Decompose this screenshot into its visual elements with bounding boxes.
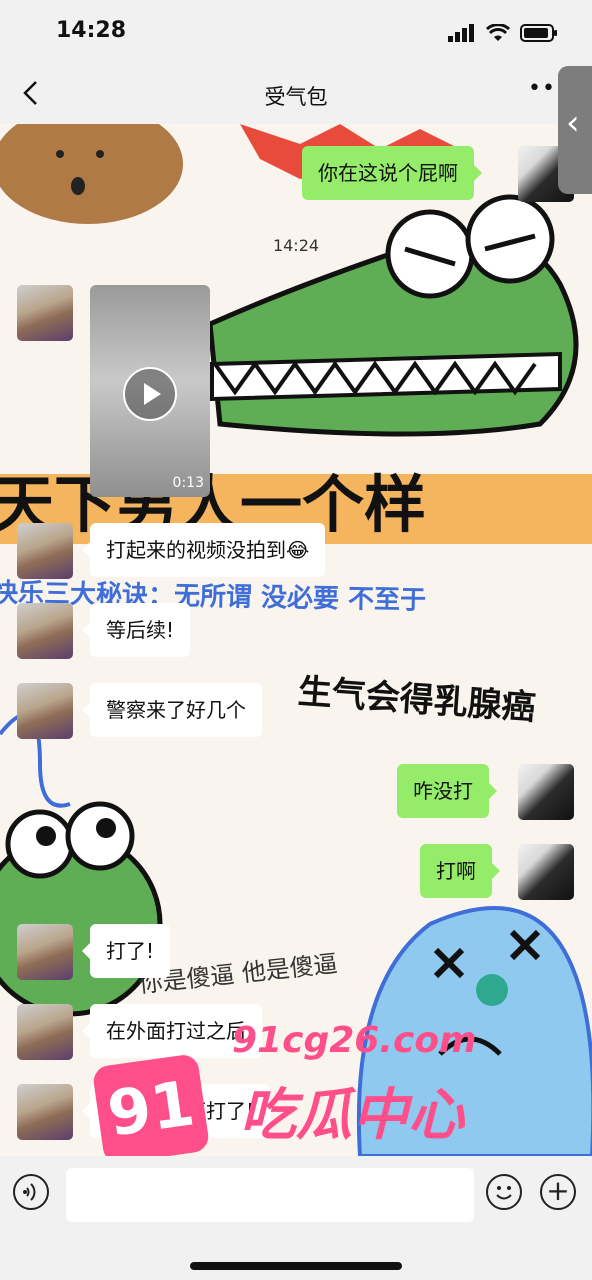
- avatar-contact[interactable]: [17, 924, 73, 980]
- voice-icon[interactable]: [13, 1174, 49, 1210]
- signal-icon: [448, 24, 474, 42]
- message-bubble[interactable]: 打起来的视频没拍到😂: [81, 523, 326, 577]
- play-icon[interactable]: [123, 367, 177, 421]
- avatar-contact[interactable]: [17, 1084, 73, 1140]
- avatar-me[interactable]: [518, 764, 574, 820]
- message-bubble[interactable]: 打啊: [420, 844, 500, 898]
- avatar-contact[interactable]: [17, 683, 73, 739]
- avatar-me[interactable]: [518, 844, 574, 900]
- avatar-contact[interactable]: [17, 603, 73, 659]
- message-bubble[interactable]: 你在这说个屁啊: [302, 146, 482, 200]
- message-bubble[interactable]: 等后续!: [81, 603, 191, 657]
- status-icons: [448, 24, 558, 42]
- status-time: 14:28: [56, 18, 127, 43]
- video-duration: 0:13: [172, 475, 204, 491]
- watermark-badge: 91: [91, 1053, 211, 1165]
- side-floating-tab[interactable]: ‹: [558, 66, 592, 194]
- watermark-url: 91cg26.com: [232, 1020, 477, 1061]
- chat-timestamp: 14:24: [272, 236, 320, 255]
- plus-icon[interactable]: +: [540, 1174, 576, 1210]
- home-indicator[interactable]: [190, 1262, 402, 1270]
- message-bubble[interactable]: 警察来了好几个: [82, 683, 262, 737]
- wifi-icon: [486, 24, 510, 41]
- message-input[interactable]: [66, 1168, 474, 1222]
- wallpaper-art: [0, 124, 592, 1156]
- chevron-left-icon: ‹: [566, 103, 580, 143]
- message-bubble[interactable]: 咋没打: [397, 764, 497, 818]
- video-message[interactable]: 0:13: [90, 285, 210, 497]
- emoji-icon[interactable]: [486, 1174, 522, 1210]
- watermark-name: 吃瓜中心: [240, 1083, 464, 1148]
- avatar-contact[interactable]: [17, 523, 73, 579]
- chat-header: 受气包 ••: [0, 66, 592, 124]
- avatar-contact[interactable]: [17, 1004, 73, 1060]
- more-options-icon[interactable]: ••: [528, 76, 556, 101]
- chat-area[interactable]: 天下男人一个样 快乐三大秘诀：无所谓 没必要 不至于 生气会得乳腺癌 你是傻逼 …: [0, 124, 592, 1156]
- status-bar: 14:28: [0, 0, 592, 66]
- message-bubble[interactable]: 打了!: [81, 924, 171, 978]
- avatar-contact[interactable]: [17, 285, 73, 341]
- battery-icon: [520, 24, 557, 42]
- chat-title: 受气包: [264, 85, 328, 109]
